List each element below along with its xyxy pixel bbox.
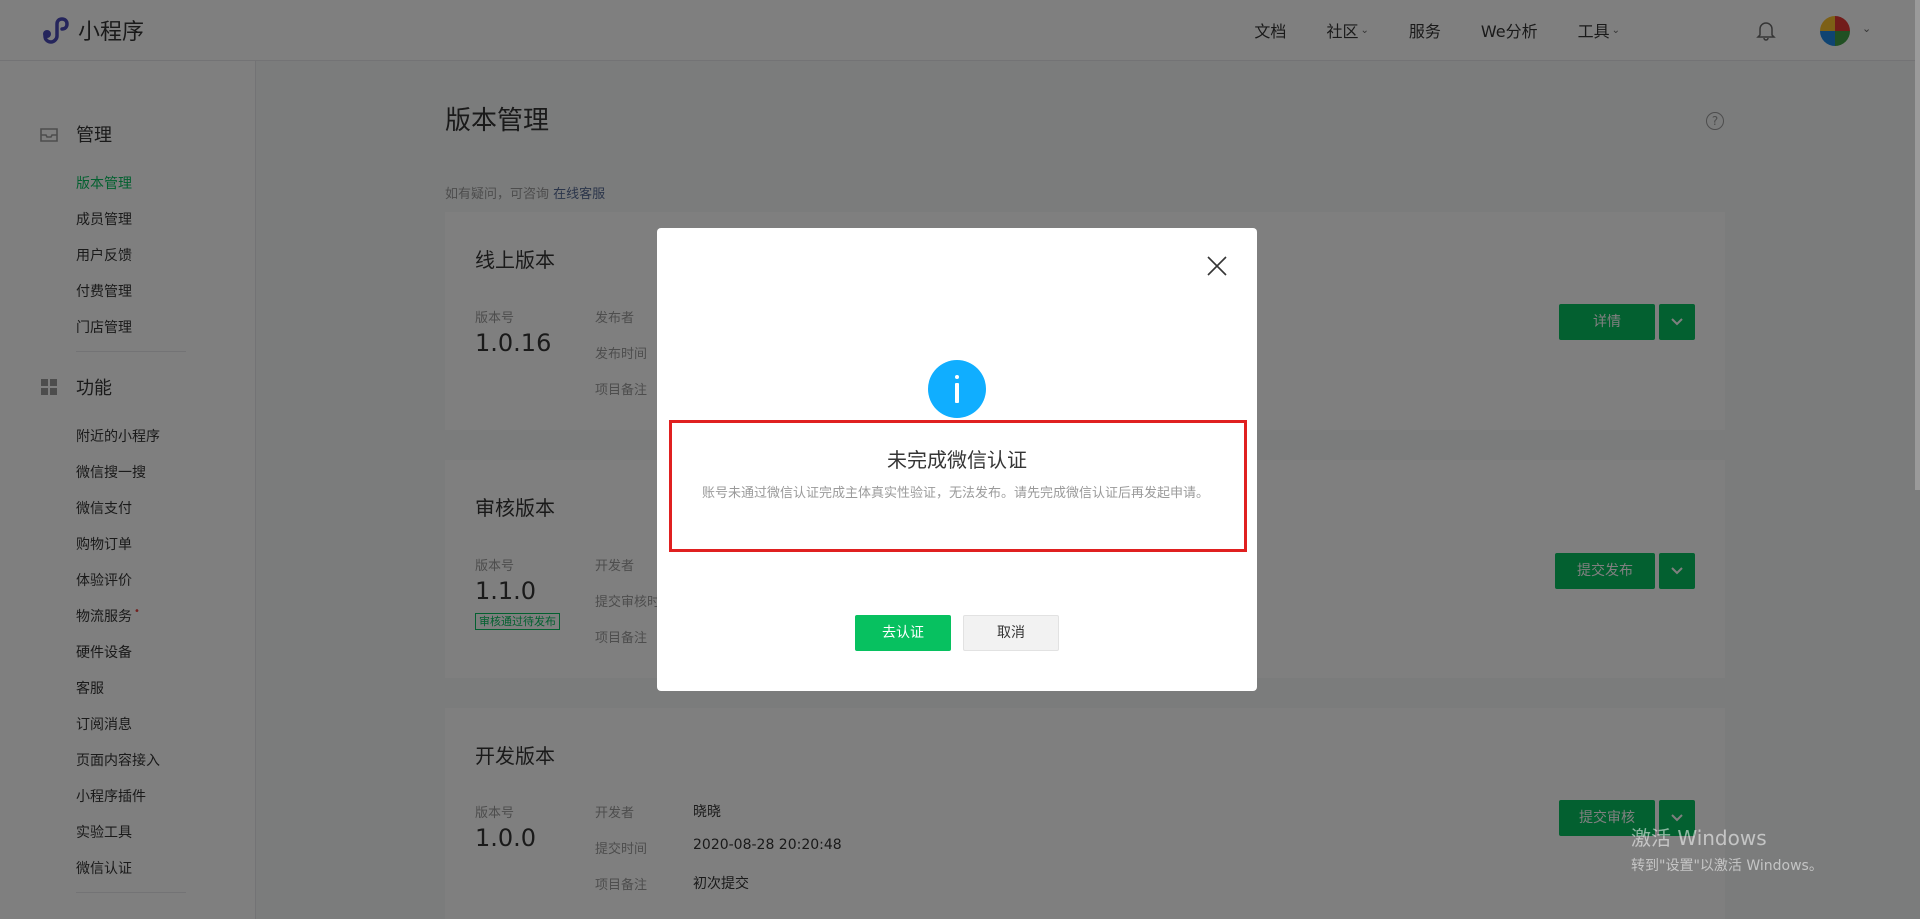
info-icon-dot [955, 375, 959, 379]
go-verify-button[interactable]: 去认证 [855, 615, 951, 651]
watermark-subtitle: 转到"设置"以激活 Windows。 [1631, 858, 1823, 874]
info-icon [928, 360, 986, 418]
cancel-button[interactable]: 取消 [963, 615, 1059, 651]
windows-activation-watermark: 激活 Windows 转到"设置"以激活 Windows。 [1631, 822, 1823, 875]
verification-dialog: 未完成微信认证 账号未通过微信认证完成主体真实性验证，无法发布。请先完成微信认证… [657, 228, 1257, 691]
dialog-description: 账号未通过微信认证完成主体真实性验证，无法发布。请先完成微信认证后再发起申请。 [702, 486, 1210, 501]
info-icon-bar [955, 383, 959, 403]
dialog-title: 未完成微信认证 [887, 448, 1027, 472]
scrollbar[interactable] [1915, 0, 1920, 490]
close-icon[interactable] [1205, 254, 1229, 278]
watermark-title: 激活 Windows [1631, 826, 1767, 850]
